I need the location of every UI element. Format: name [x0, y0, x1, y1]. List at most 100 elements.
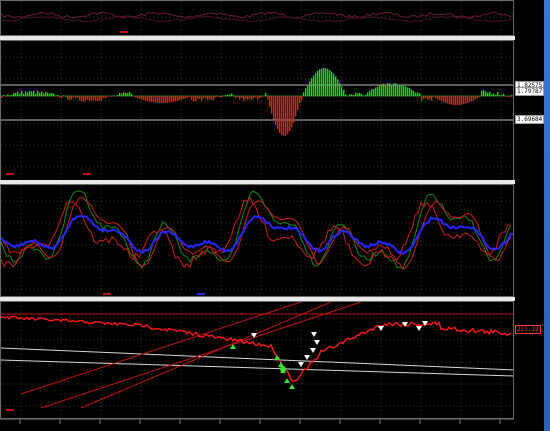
histogram-bar: [129, 91, 131, 96]
histogram-bar: [457, 96, 459, 105]
time-axis[interactable]: [0, 419, 514, 431]
histogram-bar: [325, 68, 327, 96]
histogram-bar: [191, 96, 193, 100]
indicator-marker: [197, 293, 205, 295]
histogram-bar: [237, 96, 239, 98]
histogram-bar: [315, 72, 317, 96]
histogram-bar: [9, 95, 11, 96]
histogram-bar: [103, 96, 105, 98]
histogram-bar: [415, 92, 417, 96]
histogram-bar: [105, 96, 107, 99]
histogram-bar: [421, 96, 423, 101]
histogram-bar: [349, 94, 351, 96]
histogram-bar: [463, 96, 465, 105]
histogram-bar: [449, 96, 451, 105]
histogram-bar: [465, 96, 467, 104]
histogram-indicator-panel: [0, 40, 514, 181]
histogram-bar: [275, 96, 277, 125]
histogram-bar: [385, 85, 387, 96]
histogram-bar: [33, 90, 35, 96]
histogram-bar: [301, 96, 303, 101]
histogram-bar: [53, 93, 55, 96]
histogram-bar: [245, 96, 247, 99]
oscillator-panel: [0, 184, 514, 297]
histogram-bar: [183, 96, 185, 99]
histogram-bar: [85, 96, 87, 101]
histogram-bar: [307, 84, 309, 96]
histogram-bar: [179, 96, 181, 101]
trend-line: [1, 347, 513, 371]
histogram-bar: [259, 96, 261, 98]
sell-signal-arrow: [310, 348, 316, 353]
window-edge: [544, 0, 550, 431]
histogram-bar: [201, 96, 203, 101]
histogram-bar: [471, 96, 473, 102]
histogram-bar: [407, 87, 409, 96]
histogram-bar: [147, 96, 149, 102]
histogram-bar: [281, 96, 283, 135]
histogram-plot: [1, 41, 513, 180]
histogram-bar: [219, 96, 221, 98]
indicator-marker: [103, 293, 111, 295]
histogram-bar: [21, 90, 23, 96]
histogram-bar: [101, 96, 103, 101]
histogram-bar: [399, 85, 401, 96]
histogram-bar: [35, 93, 37, 96]
histogram-bar: [71, 96, 73, 100]
histogram-bar: [49, 93, 51, 96]
histogram-bar: [29, 90, 31, 96]
histogram-bar: [197, 96, 199, 99]
histogram-bar: [117, 94, 119, 96]
histogram-bar: [189, 96, 191, 97]
histogram-bar: [271, 96, 273, 114]
histogram-bar: [321, 68, 323, 96]
histogram-bar: [169, 96, 171, 103]
histogram-bar: [203, 96, 205, 99]
histogram-bar: [405, 86, 407, 96]
histogram-bar: [249, 96, 251, 99]
histogram-bar: [251, 96, 253, 101]
histogram-bar: [441, 96, 443, 102]
histogram-bar: [123, 92, 125, 96]
histogram-bar: [171, 96, 173, 103]
histogram-bar: [373, 88, 375, 96]
price-line: [1, 315, 512, 383]
histogram-bar: [59, 96, 61, 98]
histogram-bar: [439, 96, 441, 101]
histogram-bar: [369, 90, 371, 96]
histogram-bar: [41, 91, 43, 96]
histogram-bar: [119, 93, 121, 96]
histogram-bar: [199, 96, 201, 99]
histogram-bar: [283, 96, 285, 136]
histogram-bar: [279, 96, 281, 133]
histogram-bar: [121, 93, 123, 96]
histogram-bar: [91, 96, 93, 101]
histogram-bar: [473, 96, 475, 101]
histogram-bar: [87, 96, 89, 100]
histogram-bar: [401, 84, 403, 96]
histogram-bar: [429, 96, 431, 100]
histogram-bar: [1, 96, 3, 98]
histogram-bar: [319, 69, 321, 96]
histogram-bar: [217, 96, 219, 97]
histogram-bar: [13, 93, 15, 96]
top-indicator-panel: [0, 0, 514, 36]
histogram-bar: [79, 96, 81, 101]
histogram-bar: [239, 96, 241, 100]
histogram-bar: [507, 96, 509, 97]
histogram-bar: [137, 96, 139, 99]
histogram-bar: [43, 93, 45, 96]
histogram-bar: [39, 92, 41, 96]
histogram-bar: [263, 96, 265, 97]
histogram-bar: [77, 96, 79, 98]
histogram-bar: [207, 96, 209, 101]
histogram-bar: [15, 92, 17, 96]
histogram-bar: [367, 92, 369, 96]
histogram-bar: [139, 96, 141, 99]
histogram-bar: [253, 96, 255, 99]
histogram-bar: [331, 71, 333, 96]
buy-signal-arrow: [289, 384, 295, 389]
histogram-bar: [393, 83, 395, 96]
histogram-bar: [413, 90, 415, 96]
histogram-bar: [483, 90, 485, 96]
